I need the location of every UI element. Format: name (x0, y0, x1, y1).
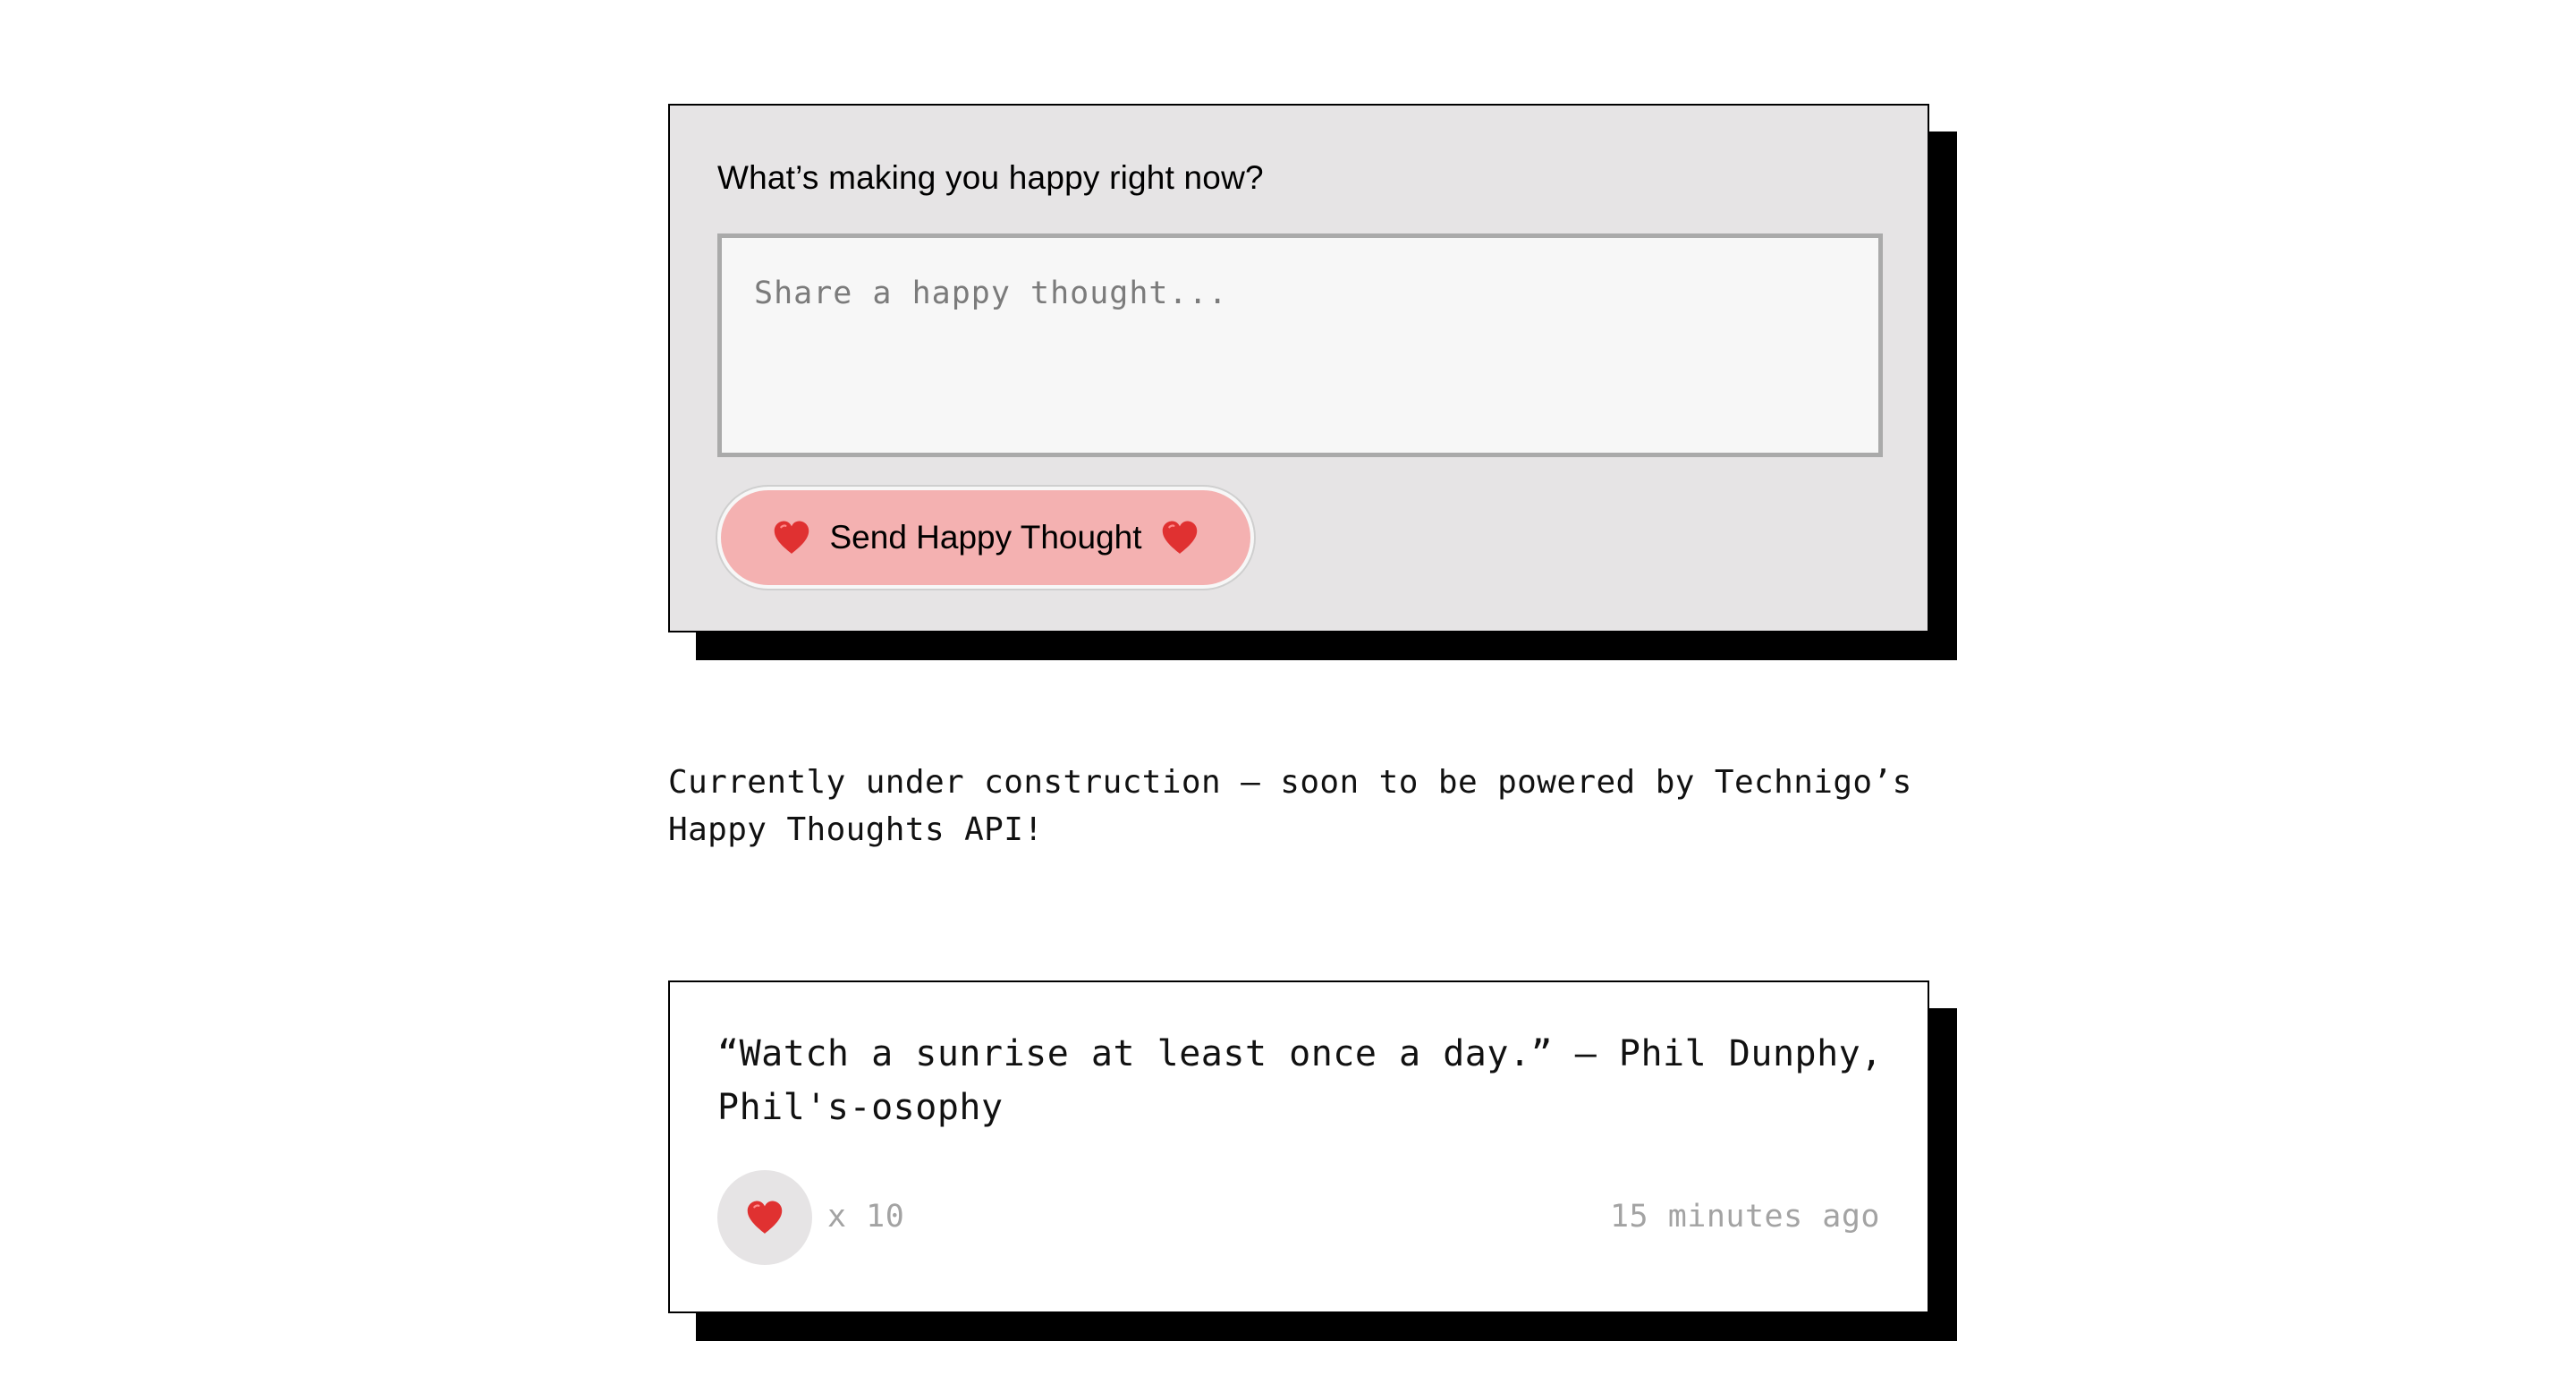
form-question-label: What’s making you happy right now? (717, 159, 1264, 196)
send-happy-thought-button[interactable]: Send Happy Thought (717, 487, 1254, 589)
thought-message: “Watch a sunrise at least once a day.” —… (717, 1033, 1883, 1128)
send-button-label: Send Happy Thought (829, 519, 1142, 556)
like-count: x 10 (827, 1199, 905, 1235)
happy-thought-form: What’s making you happy right now? Send … (668, 104, 1929, 632)
construction-notice: Currently under construction — soon to b… (668, 764, 1912, 848)
heart-icon (772, 518, 811, 557)
heart-icon (1160, 518, 1199, 557)
thought-card: “Watch a sunrise at least once a day.” —… (668, 980, 1929, 1313)
heart-icon (745, 1198, 784, 1237)
thought-timestamp: 15 minutes ago (1609, 1199, 1880, 1235)
like-button[interactable] (717, 1170, 812, 1265)
happy-thought-input[interactable] (717, 233, 1883, 457)
